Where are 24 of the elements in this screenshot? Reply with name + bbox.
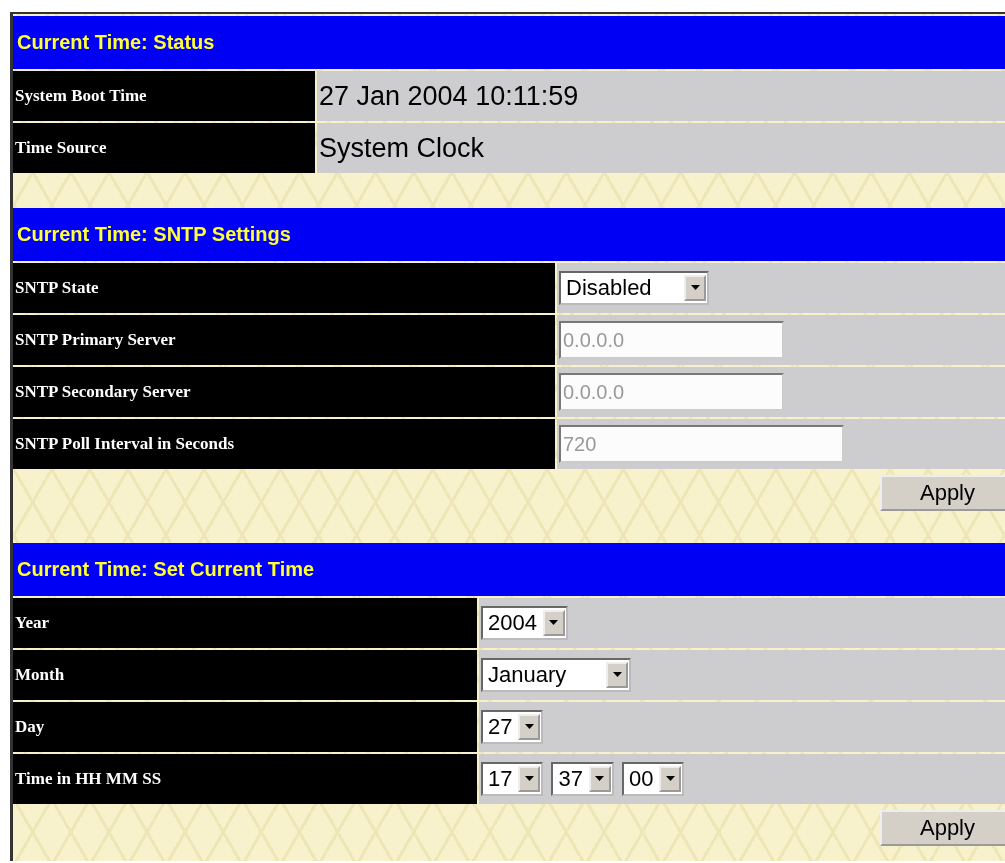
apply-button[interactable]: Apply xyxy=(880,810,1005,846)
apply-button[interactable]: Apply xyxy=(880,475,1005,511)
field-label: Day xyxy=(13,702,477,752)
dropdown[interactable]: 2004 xyxy=(481,606,568,640)
dropdown[interactable]: January xyxy=(481,658,631,692)
value-text: System Clock xyxy=(319,132,485,164)
dropdown[interactable]: 27 xyxy=(481,710,544,744)
field-label: System Boot Time xyxy=(13,71,315,121)
field-label: SNTP Poll Interval in Seconds xyxy=(13,419,555,469)
section-header: Current Time: SNTP Settings xyxy=(13,208,1005,261)
dropdown[interactable]: 37 xyxy=(551,762,614,796)
section-header: Current Time: Set Current Time xyxy=(13,543,1005,596)
value-text: 27 Jan 2004 10:11:59 xyxy=(319,80,579,112)
field-label: SNTP State xyxy=(13,263,555,313)
field-label: Year xyxy=(13,598,477,648)
field-label: SNTP Secondary Server xyxy=(13,367,555,417)
dropdown[interactable]: 00 xyxy=(621,762,685,796)
dropdown[interactable]: 17 xyxy=(481,762,544,796)
field-label: Time Source xyxy=(13,123,315,173)
field-label: Time in HH MM SS xyxy=(13,754,477,804)
dropdown[interactable]: Disabled xyxy=(559,271,709,305)
field-label: Month xyxy=(13,650,477,700)
field-label: SNTP Primary Server xyxy=(13,315,555,365)
section-header: Current Time: Status xyxy=(13,16,1005,69)
